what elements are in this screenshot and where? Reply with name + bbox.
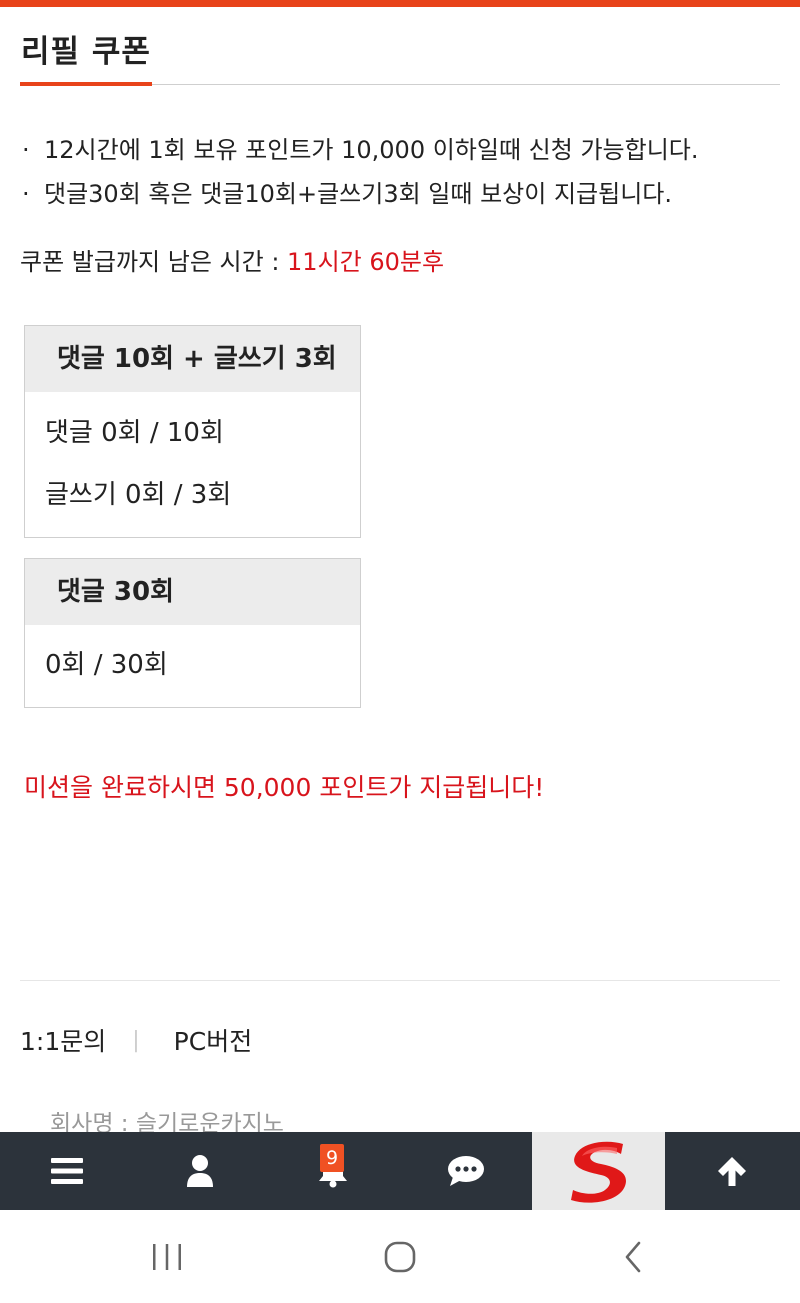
home-button[interactable] bbox=[340, 1227, 460, 1287]
reward-message: 미션을 완료하시면 50,000 포인트가 지급됩니다! bbox=[24, 773, 545, 802]
remaining-time-label: 쿠폰 발급까지 남은 시간 : bbox=[20, 248, 288, 276]
notification-badge: 9 bbox=[320, 1144, 344, 1172]
user-icon bbox=[186, 1155, 213, 1187]
rule-text: 댓글30회 혹은 댓글10회+글쓰기3회 일때 보상이 지급됩니다. bbox=[44, 180, 672, 208]
bottom-nav-bar: 9 bbox=[0, 1132, 800, 1210]
rule-bullet: · bbox=[22, 136, 30, 164]
title-underline bbox=[20, 82, 152, 86]
mission-progress-posts: 글쓰기 0회 / 3회 bbox=[45, 480, 232, 510]
rules-list: · 12시간에 1회 보유 포인트가 10,000 이하일때 신청 가능합니다.… bbox=[22, 128, 699, 216]
rule-item: · 댓글30회 혹은 댓글10회+글쓰기3회 일때 보상이 지급됩니다. bbox=[22, 172, 699, 216]
menu-button[interactable] bbox=[0, 1132, 133, 1210]
mission-progress-comments: 0회 / 30회 bbox=[45, 650, 168, 680]
home-icon bbox=[384, 1241, 416, 1272]
mission-box-comments-posts: 댓글 10회 + 글쓰기 3회 댓글 0회 / 10회 글쓰기 0회 / 3회 bbox=[24, 325, 361, 538]
footer-separator: | bbox=[132, 1027, 140, 1053]
footer-divider bbox=[20, 980, 780, 981]
user-button[interactable] bbox=[133, 1132, 266, 1210]
footer-links: 1:1문의 | PC버전 bbox=[20, 1022, 252, 1058]
remaining-time-value: 11시간 60분후 bbox=[287, 248, 445, 276]
scroll-top-button[interactable] bbox=[665, 1132, 798, 1210]
chat-icon bbox=[447, 1156, 484, 1186]
remaining-time: 쿠폰 발급까지 남은 시간 : 11시간 60분후 bbox=[20, 242, 444, 277]
rule-bullet: · bbox=[22, 180, 30, 208]
mission-box-comments: 댓글 30회 0회 / 30회 bbox=[24, 558, 361, 708]
site-logo bbox=[570, 1141, 626, 1203]
top-accent-bar bbox=[0, 0, 800, 7]
recent-apps-button[interactable] bbox=[107, 1227, 227, 1287]
mission-title: 댓글 10회 + 글쓰기 3회 bbox=[25, 326, 360, 392]
mission-title: 댓글 30회 bbox=[25, 559, 360, 625]
site-logo-button[interactable] bbox=[532, 1132, 665, 1210]
inquiry-link[interactable]: 1:1문의 bbox=[20, 1022, 106, 1058]
recent-apps-icon bbox=[152, 1243, 181, 1270]
rule-item: · 12시간에 1회 보유 포인트가 10,000 이하일때 신청 가능합니다. bbox=[22, 128, 699, 172]
notification-button[interactable]: 9 bbox=[266, 1132, 399, 1210]
system-nav-bar bbox=[0, 1210, 800, 1303]
rule-text: 12시간에 1회 보유 포인트가 10,000 이하일때 신청 가능합니다. bbox=[44, 136, 699, 164]
arrow-up-icon bbox=[717, 1157, 746, 1186]
page-title: 리필 쿠폰 bbox=[21, 34, 151, 70]
back-icon bbox=[626, 1241, 641, 1272]
back-button[interactable] bbox=[573, 1227, 693, 1287]
chat-button[interactable] bbox=[399, 1132, 532, 1210]
mission-progress-comments: 댓글 0회 / 10회 bbox=[45, 418, 224, 448]
pc-version-link[interactable]: PC버전 bbox=[174, 1022, 253, 1058]
menu-icon bbox=[50, 1158, 83, 1184]
